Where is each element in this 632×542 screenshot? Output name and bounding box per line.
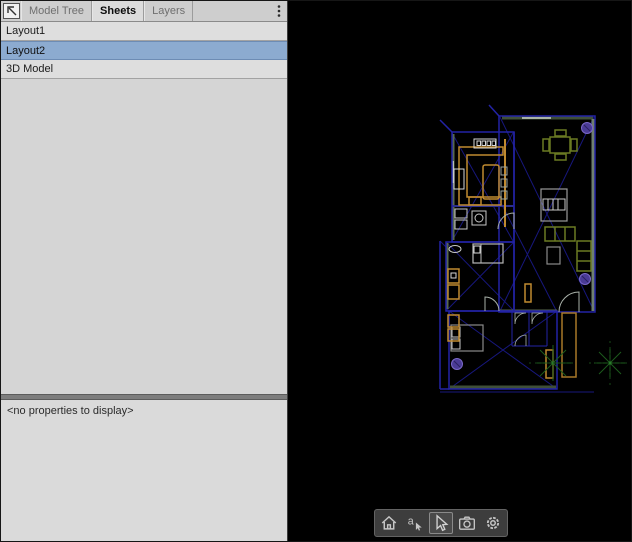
gear-icon <box>484 514 502 532</box>
properties-empty-text: <no properties to display> <box>7 405 134 417</box>
properties-panel: <no properties to display> <box>1 400 287 542</box>
collapse-arrow-icon <box>6 5 18 17</box>
kebab-menu-icon <box>274 4 284 18</box>
plant-1 <box>529 345 577 381</box>
plan-bathroom-fixtures <box>455 209 486 229</box>
home-icon <box>380 514 398 532</box>
text-cursor-icon: a <box>406 514 424 532</box>
plan-plants-layer <box>529 341 632 385</box>
sidebar: Model Tree Sheets Layers Layout1 Layout2… <box>1 1 288 542</box>
panel-tab-bar: Model Tree Sheets Layers <box>1 1 287 22</box>
home-button[interactable] <box>377 512 401 534</box>
pointer-icon <box>432 514 450 532</box>
tab-layers[interactable]: Layers <box>144 1 193 21</box>
panel-menu-button[interactable] <box>271 1 287 21</box>
tab-sheets[interactable]: Sheets <box>92 1 144 21</box>
sidebar-item-layout2[interactable]: Layout2 <box>1 41 287 60</box>
collapse-panel-button[interactable] <box>3 3 20 19</box>
tab-bar-spacer <box>193 1 271 21</box>
plan-dining-set <box>543 130 577 160</box>
sheet-list-empty-area <box>1 79 287 394</box>
text-select-button[interactable]: a <box>403 512 427 534</box>
select-button[interactable] <box>429 512 453 534</box>
sidebar-item-3d-model[interactable]: 3D Model <box>1 60 287 79</box>
svg-text:a: a <box>408 516 414 528</box>
drawing-canvas[interactable]: a <box>289 1 632 542</box>
sidebar-item-layout1[interactable]: Layout1 <box>1 22 287 41</box>
app-window: Model Tree Sheets Layers Layout1 Layout2… <box>0 0 632 542</box>
floor-plan-drawing <box>289 1 632 542</box>
camera-icon <box>458 514 476 532</box>
viewer-toolbar: a <box>374 509 508 537</box>
snapshot-button[interactable] <box>455 512 479 534</box>
plant-2 <box>589 341 632 385</box>
plan-deck <box>562 313 576 377</box>
tab-model-tree[interactable]: Model Tree <box>21 1 92 21</box>
settings-button[interactable] <box>481 512 505 534</box>
